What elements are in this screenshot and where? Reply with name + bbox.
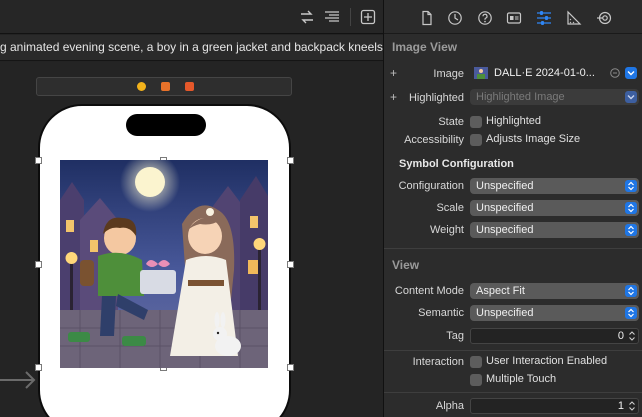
weight-value: Unspecified bbox=[476, 224, 534, 236]
multiple-touch-checkbox[interactable] bbox=[470, 374, 482, 386]
semantic-label: Semantic bbox=[418, 307, 464, 319]
weight-popup[interactable]: Unspecified bbox=[470, 222, 639, 238]
chevron-down-icon bbox=[627, 71, 635, 76]
section-divider bbox=[384, 392, 642, 393]
swap-arrows-icon[interactable] bbox=[298, 9, 316, 25]
alpha-label: Alpha bbox=[435, 400, 464, 412]
state-label: State bbox=[438, 116, 464, 128]
clear-field-icon[interactable] bbox=[610, 68, 620, 78]
adjusts-image-size-label: Adjusts Image Size bbox=[486, 133, 581, 145]
content-mode-value: Aspect Fit bbox=[476, 285, 525, 297]
inspector-tab-bar bbox=[384, 0, 642, 34]
identity-icon[interactable] bbox=[506, 10, 522, 26]
alpha-field[interactable]: 1 bbox=[470, 398, 639, 414]
section-divider bbox=[384, 248, 642, 249]
image-dropdown-button[interactable] bbox=[625, 67, 637, 79]
weight-label: Weight bbox=[429, 224, 464, 236]
alpha-value: 1 bbox=[617, 400, 624, 412]
alpha-stepper-icon[interactable] bbox=[627, 400, 637, 412]
weight-popup-button[interactable] bbox=[625, 224, 637, 236]
initial-view-controller-arrow-icon bbox=[0, 371, 36, 389]
scale-label: Scale bbox=[436, 202, 464, 214]
highlighted-checkbox-label: Highlighted bbox=[486, 115, 542, 127]
configuration-popup-button[interactable] bbox=[625, 180, 637, 192]
scale-popup[interactable]: Unspecified bbox=[470, 200, 639, 216]
user-interaction-checkbox[interactable] bbox=[470, 356, 482, 368]
attributes-inspector: Image View + Image DALL·E 2024-01-0... +… bbox=[383, 0, 642, 417]
multiple-touch-label: Multiple Touch bbox=[486, 373, 557, 385]
tag-label: Tag bbox=[446, 330, 464, 342]
interaction-label: Interaction bbox=[412, 356, 464, 368]
history-icon[interactable] bbox=[447, 10, 463, 26]
section-divider bbox=[384, 350, 642, 351]
text-align-icon[interactable] bbox=[323, 9, 341, 25]
resize-handle[interactable] bbox=[287, 261, 294, 268]
chevron-up-down-icon bbox=[628, 308, 634, 318]
content-mode-popup-button[interactable] bbox=[625, 285, 637, 297]
image-view-illustration[interactable] bbox=[60, 160, 268, 368]
scale-value: Unspecified bbox=[476, 202, 534, 214]
highlighted-checkbox[interactable] bbox=[470, 116, 482, 128]
image-label: Image bbox=[433, 68, 464, 80]
view-controller-icon[interactable] bbox=[137, 82, 146, 91]
chevron-up-down-icon bbox=[628, 203, 634, 213]
configuration-value: Unspecified bbox=[476, 180, 534, 192]
chevron-up-down-icon bbox=[628, 286, 634, 296]
connections-icon[interactable] bbox=[596, 10, 612, 26]
size-icon[interactable] bbox=[566, 10, 582, 26]
content-mode-label: Content Mode bbox=[394, 285, 464, 297]
chevron-up-down-icon bbox=[628, 225, 634, 235]
highlighted-dropdown-button bbox=[625, 91, 637, 103]
resize-handle[interactable] bbox=[35, 364, 42, 371]
semantic-popup[interactable]: Unspecified bbox=[470, 305, 639, 321]
semantic-value: Unspecified bbox=[476, 307, 534, 319]
content-mode-popup[interactable]: Aspect Fit bbox=[470, 283, 639, 299]
tag-field[interactable]: 0 bbox=[470, 328, 639, 344]
dynamic-island bbox=[126, 114, 206, 136]
highlighted-image-placeholder: Highlighted Image bbox=[476, 91, 565, 103]
adjusts-image-size-checkbox[interactable] bbox=[470, 134, 482, 146]
resize-handle[interactable] bbox=[287, 157, 294, 164]
editor-toolbar bbox=[0, 0, 383, 34]
semantic-popup-button[interactable] bbox=[625, 307, 637, 319]
user-interaction-label: User Interaction Enabled bbox=[486, 355, 608, 367]
exit-icon[interactable] bbox=[185, 82, 194, 91]
first-responder-icon[interactable] bbox=[161, 82, 170, 91]
image-view-section-title: Image View bbox=[392, 40, 458, 54]
help-icon[interactable] bbox=[477, 10, 493, 26]
image-combo-box[interactable]: DALL·E 2024-01-0... bbox=[470, 65, 639, 81]
image-combo-value: DALL·E 2024-01-0... bbox=[494, 67, 595, 79]
chevron-up-down-icon bbox=[628, 181, 634, 191]
file-icon[interactable] bbox=[419, 10, 435, 26]
highlighted-image-combo-box: Highlighted Image bbox=[470, 89, 639, 105]
scene-dock bbox=[36, 77, 292, 96]
highlighted-label: Highlighted bbox=[408, 92, 464, 104]
configuration-label: Configuration bbox=[398, 180, 464, 192]
interface-builder-editor: g animated evening scene, a boy in a gre… bbox=[0, 0, 383, 417]
resize-handle[interactable] bbox=[287, 364, 294, 371]
accessibility-label: Accessibility bbox=[404, 134, 464, 146]
toolbar-divider bbox=[350, 8, 351, 26]
chevron-down-icon bbox=[627, 95, 635, 100]
resize-handle[interactable] bbox=[35, 157, 42, 164]
tag-stepper-icon[interactable] bbox=[627, 330, 637, 342]
symbol-configuration-title: Symbol Configuration bbox=[399, 158, 514, 170]
view-section-title: View bbox=[392, 258, 420, 272]
resize-handle[interactable] bbox=[35, 261, 42, 268]
scale-popup-button[interactable] bbox=[625, 202, 637, 214]
configuration-popup[interactable]: Unspecified bbox=[470, 178, 639, 194]
jump-bar-path[interactable]: g animated evening scene, a boy in a gre… bbox=[0, 35, 383, 60]
attributes-icon[interactable] bbox=[536, 10, 552, 26]
jump-bar[interactable]: g animated evening scene, a boy in a gre… bbox=[0, 35, 383, 61]
tag-value: 0 bbox=[617, 330, 624, 342]
add-editor-icon[interactable] bbox=[359, 9, 377, 25]
image-thumbnail-icon bbox=[474, 67, 488, 79]
